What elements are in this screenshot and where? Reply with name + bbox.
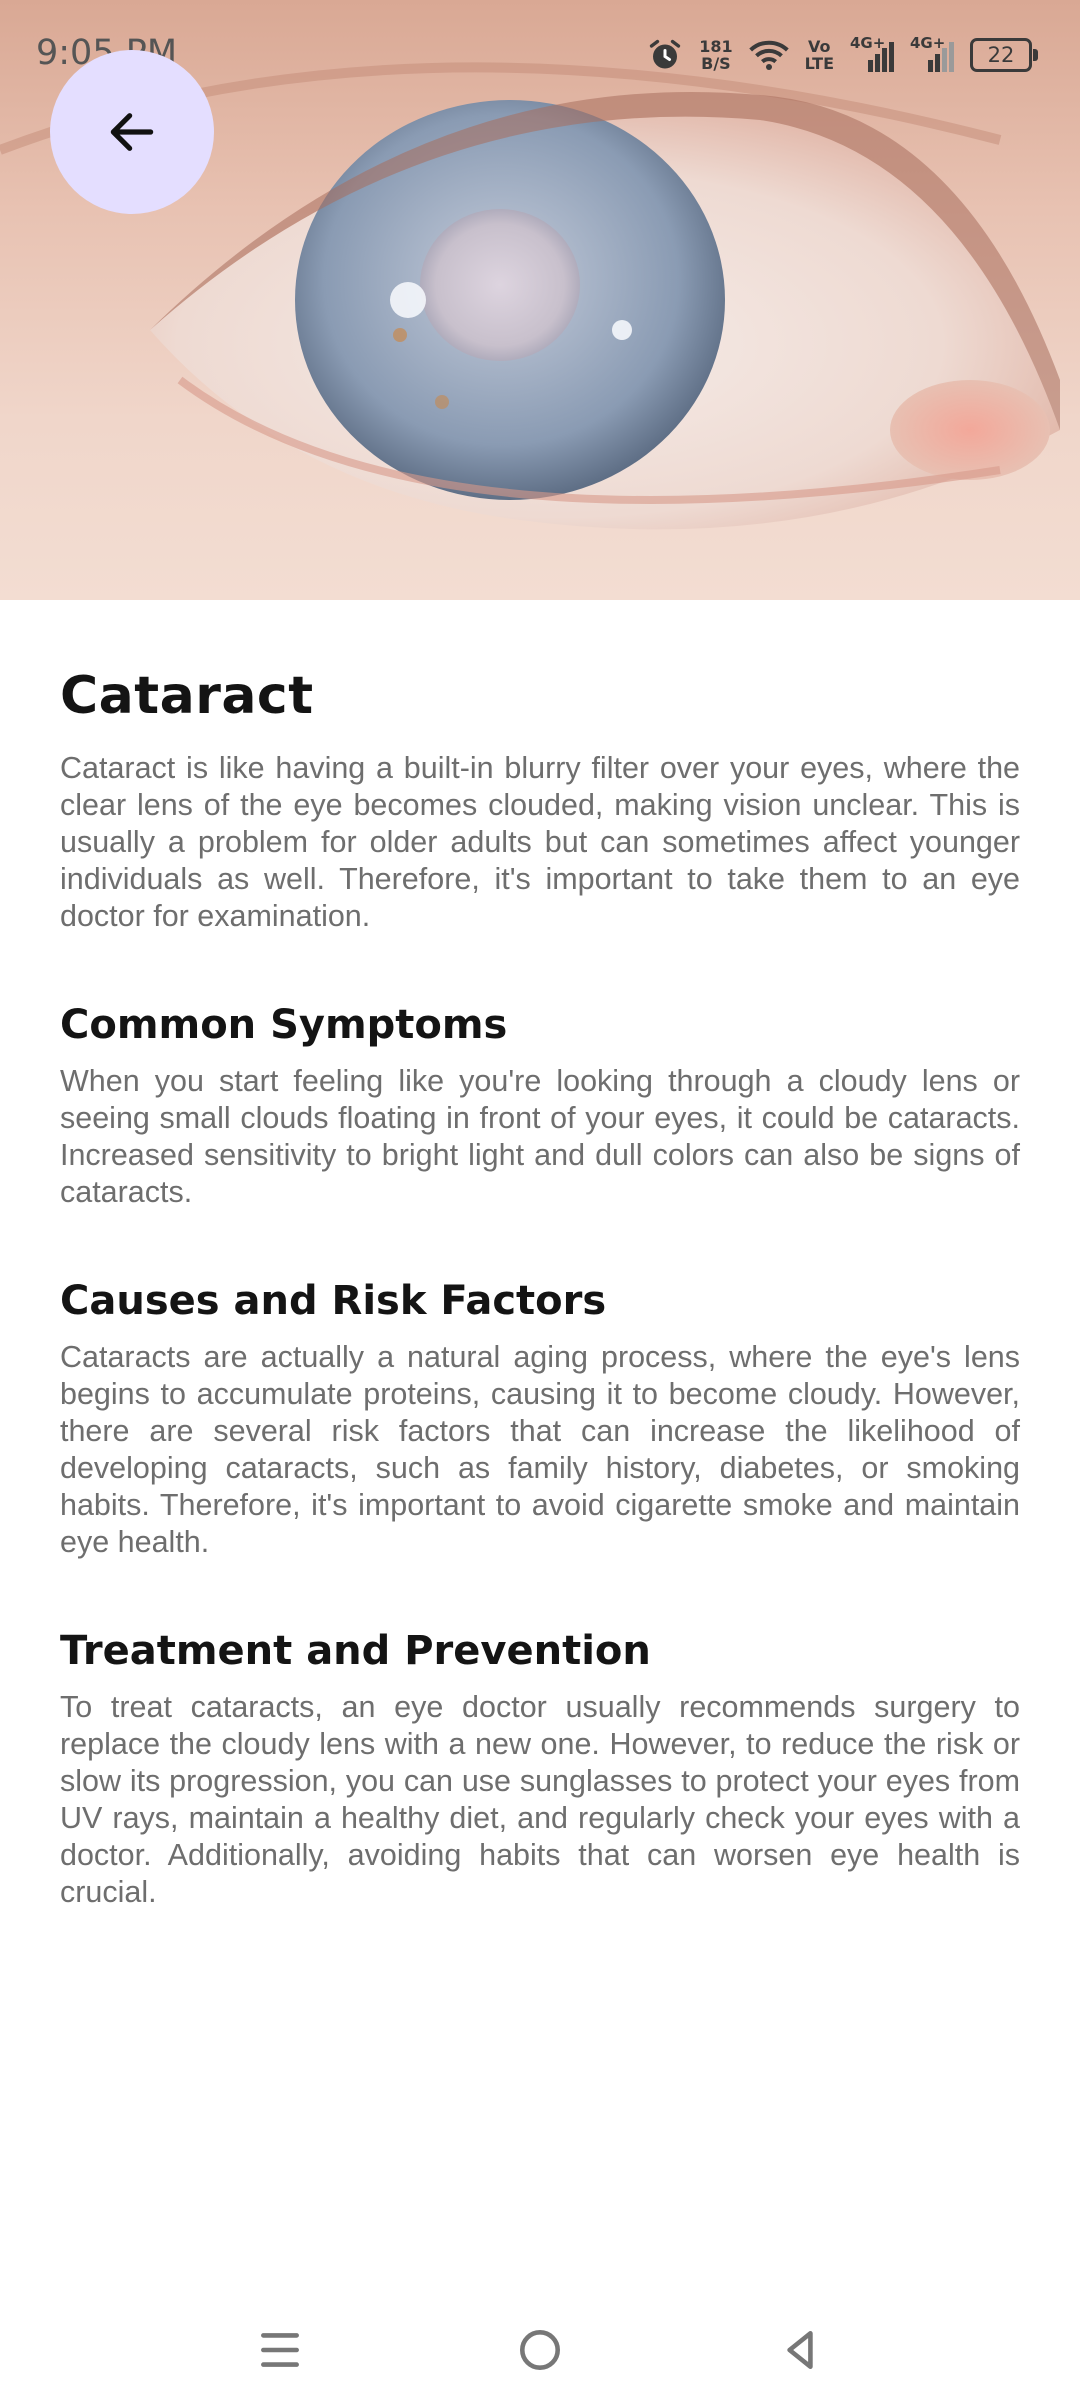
wifi-icon — [748, 39, 789, 71]
section-common-symptoms: Common Symptoms When you start feeling l… — [60, 997, 1020, 1211]
section-body: When you start feeling like you're looki… — [60, 1064, 1020, 1209]
net-speed-unit: B/S — [701, 54, 731, 73]
battery-icon: 22 — [970, 38, 1038, 72]
menu-button[interactable] — [235, 2305, 325, 2395]
screen: 9:05 PM 181 B/S Vo LTE 4G+ 4G+ — [0, 0, 1080, 2400]
nav-bar — [0, 2300, 1080, 2400]
volte-top: Vo — [808, 37, 831, 56]
signal-label: 4G+ — [910, 34, 946, 52]
volte-indicator: Vo LTE — [805, 38, 834, 72]
volte-bottom: LTE — [804, 54, 834, 73]
home-button[interactable] — [495, 2305, 585, 2395]
signal-label: 4G+ — [850, 34, 886, 52]
home-icon — [520, 2330, 560, 2370]
system-back-button[interactable] — [755, 2305, 845, 2395]
back-triangle-icon — [787, 2331, 813, 2369]
status-icons: 181 B/S Vo LTE 4G+ 4G+ 22 — [647, 34, 1038, 73]
menu-icon — [261, 2333, 299, 2367]
net-speed-value: 181 — [699, 37, 733, 56]
signal-icon: 4G+ — [850, 34, 894, 72]
section-heading: Causes and Risk Factors — [60, 1278, 607, 1324]
section-heading: Common Symptoms — [60, 1002, 508, 1048]
section-body: To treat cataracts, an eye doctor usuall… — [60, 1690, 1020, 1909]
signal-icon: 4G+ — [910, 34, 954, 72]
battery-level: 22 — [987, 43, 1015, 67]
section-treatment-prevention: Treatment and Prevention To treat catara… — [60, 1623, 1020, 1911]
section-causes-risk-factors: Causes and Risk Factors Cataracts are ac… — [60, 1273, 1020, 1561]
article: Cataract Cataract is like having a built… — [60, 660, 1020, 1973]
section-body: Cataracts are actually a natural aging p… — [60, 1340, 1020, 1559]
arrow-left-icon — [110, 113, 154, 151]
back-button[interactable] — [50, 50, 214, 214]
page-title: Cataract — [60, 666, 314, 726]
net-speed: 181 B/S — [699, 38, 732, 72]
intro-paragraph: Cataract is like having a built-in blurr… — [60, 751, 1020, 933]
alarm-icon — [647, 37, 683, 73]
section-heading: Treatment and Prevention — [60, 1628, 651, 1674]
